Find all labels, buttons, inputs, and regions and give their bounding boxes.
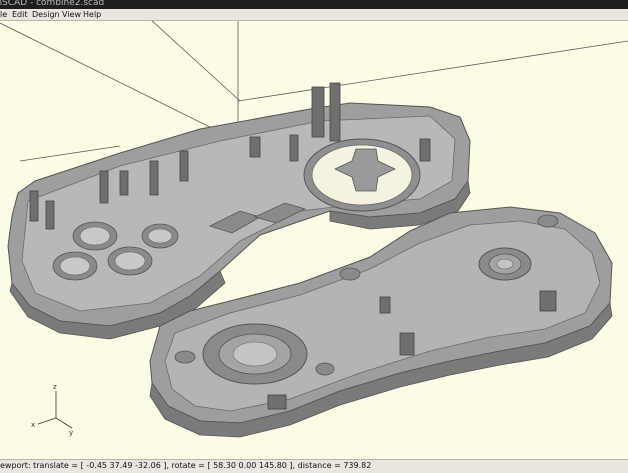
menu-design[interactable]: Design bbox=[32, 9, 60, 20]
menu-bar: le Edit Design View Help bbox=[0, 9, 628, 21]
menu-help[interactable]: Help bbox=[83, 9, 101, 20]
axis-x-label: x bbox=[31, 421, 35, 429]
viewport-status-text: ewport: translate = [ -0.45 37.49 -32.06… bbox=[0, 461, 372, 470]
3d-viewport[interactable]: z x y bbox=[0, 21, 628, 459]
menu-file[interactable]: le bbox=[0, 9, 7, 20]
status-bar: ewport: translate = [ -0.45 37.49 -32.06… bbox=[0, 459, 628, 473]
axis-gizmo bbox=[37, 391, 73, 429]
menu-view[interactable]: View bbox=[62, 9, 81, 20]
render-canvas: z x y bbox=[0, 21, 628, 438]
menu-edit[interactable]: Edit bbox=[12, 9, 28, 20]
window-title: OpenSCAD - combine2.scad bbox=[0, 0, 105, 8]
title-bar: OpenSCAD - combine2.scad bbox=[0, 0, 628, 9]
axis-z-label: z bbox=[53, 383, 57, 391]
axis-y-label: y bbox=[69, 429, 73, 437]
